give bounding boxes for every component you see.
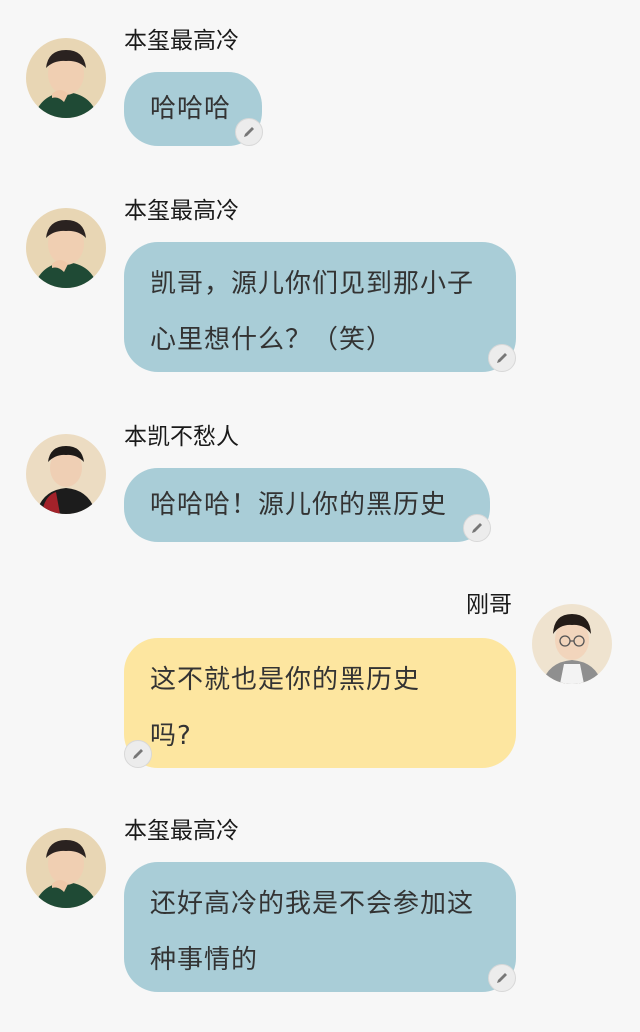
message-bubble[interactable]: 还好高冷的我是不会参加这种事情的 [124, 862, 516, 992]
chat-thread: 本玺最高冷 哈哈哈 本玺最高冷 凯哥，源儿你们见到那小子心里想什么？（笑） 本凯… [0, 0, 640, 1032]
chat-message: 本玺最高冷 还好高冷的我是不会参加这种事情的 [0, 0, 640, 1000]
avatar-qianxi-icon[interactable] [26, 828, 106, 908]
pencil-icon[interactable] [488, 964, 516, 992]
sender-name: 本玺最高冷 [124, 818, 239, 844]
